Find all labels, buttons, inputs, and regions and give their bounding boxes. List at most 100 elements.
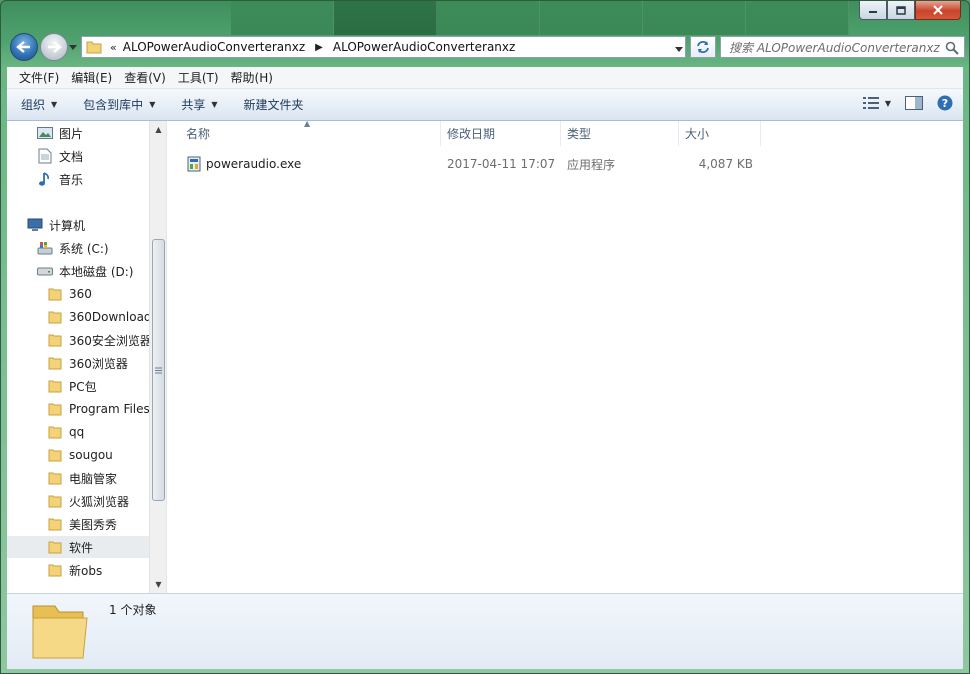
- nav-folder-item[interactable]: 美图秀秀: [7, 513, 149, 535]
- executable-file-icon: [187, 156, 201, 172]
- recent-pages-dropdown[interactable]: [68, 41, 78, 53]
- nav-folder-label: 360Download: [69, 310, 149, 324]
- documents-icon: [37, 148, 53, 164]
- address-bar[interactable]: « ALOPowerAudioConverteranxz ▶ ALOPowerA…: [81, 36, 686, 58]
- nav-folder-item[interactable]: 360: [7, 283, 149, 305]
- breadcrumb-segment[interactable]: ALOPowerAudioConverteranxz: [333, 40, 515, 54]
- nav-folder-item[interactable]: sougou: [7, 444, 149, 466]
- column-header-type[interactable]: 类型: [561, 121, 679, 146]
- menu-edit[interactable]: 编辑(E): [65, 69, 118, 86]
- folder-icon: [47, 286, 63, 302]
- search-icon[interactable]: [945, 41, 959, 55]
- file-row[interactable]: poweraudio.exe 2017-04-11 17:07 应用程序 4,0…: [168, 153, 963, 175]
- nav-folder-item[interactable]: 火狐浏览器: [7, 490, 149, 512]
- chevron-down-icon: ▼: [51, 100, 58, 109]
- folder-icon: [47, 539, 63, 555]
- nav-folder-label: sougou: [69, 448, 113, 462]
- nav-item-label: 图片: [59, 126, 84, 141]
- column-header-modified[interactable]: 修改日期: [441, 121, 561, 146]
- pictures-icon: [37, 125, 53, 141]
- nav-folder-label: 360: [69, 287, 92, 301]
- close-button[interactable]: [915, 1, 961, 20]
- nav-folder-item[interactable]: 电脑管家: [7, 467, 149, 489]
- nav-folder-item[interactable]: 软件: [7, 536, 149, 558]
- nav-folder-item[interactable]: 360浏览器: [7, 352, 149, 374]
- toolbar-right-group: ▼ ?: [862, 95, 953, 111]
- details-view-icon: [862, 97, 879, 109]
- nav-folder-label: 美图秀秀: [69, 517, 118, 532]
- selection-count: 1 个对象: [109, 603, 157, 617]
- column-header-name[interactable]: 名称: [180, 121, 441, 146]
- nav-folder-item[interactable]: 360Download: [7, 306, 149, 328]
- preview-pane-icon[interactable]: [905, 96, 923, 110]
- breadcrumb-separator-icon[interactable]: ▶: [315, 42, 323, 53]
- nav-folder-item[interactable]: 新obs: [7, 559, 149, 581]
- folder-icon: [47, 309, 63, 325]
- decoration-tab: [540, 1, 643, 35]
- search-placeholder: 搜索 ALOPowerAudioConverteranxz: [729, 40, 940, 55]
- drive-icon: [37, 263, 53, 279]
- chevron-down-icon: ▼: [211, 100, 218, 109]
- caption-buttons: [859, 1, 961, 20]
- background-tabs-decoration: [231, 1, 849, 35]
- decoration-tab: [643, 1, 746, 35]
- folder-icon: [47, 332, 63, 348]
- scroll-up-arrow-icon[interactable]: ▲: [150, 121, 167, 138]
- address-history-dropdown[interactable]: [675, 41, 683, 55]
- share-button[interactable]: 共享 ▼: [167, 96, 229, 113]
- new-folder-button[interactable]: 新建文件夹: [230, 96, 316, 113]
- scrollbar-thumb[interactable]: [152, 239, 165, 501]
- menu-help[interactable]: 帮助(H): [225, 69, 279, 86]
- nav-item-label: 音乐: [59, 172, 84, 187]
- include-in-library-label: 包含到库中: [83, 98, 144, 112]
- menu-view[interactable]: 查看(V): [118, 69, 172, 86]
- nav-folder-label: PC包: [69, 379, 97, 394]
- content-panes: 图片 文档 音乐 计算机 系统 (C:) 本地磁盘 (D:) 360 360Do…: [7, 119, 963, 593]
- menu-file[interactable]: 文件(F): [13, 69, 65, 86]
- svg-text:?: ?: [942, 97, 948, 110]
- folder-icon: [47, 470, 63, 486]
- folder-icon: [47, 447, 63, 463]
- forward-button[interactable]: [40, 33, 68, 61]
- details-pane: 1 个对象: [7, 593, 963, 669]
- column-header-size[interactable]: 大小: [679, 121, 761, 146]
- folder-icon: [47, 562, 63, 578]
- navigation-pane: 图片 文档 音乐 计算机 系统 (C:) 本地磁盘 (D:) 360 360Do…: [7, 121, 167, 593]
- organize-button[interactable]: 组织 ▼: [7, 96, 69, 113]
- search-input[interactable]: 搜索 ALOPowerAudioConverteranxz: [720, 36, 965, 58]
- grip-icon: [155, 367, 162, 373]
- scroll-down-arrow-icon[interactable]: ▼: [150, 576, 167, 593]
- nav-pane-scrollbar[interactable]: ▲ ▼: [149, 121, 166, 593]
- minimize-button[interactable]: [859, 1, 887, 20]
- nav-folder-item[interactable]: Program Files: [7, 398, 149, 420]
- nav-item-computer[interactable]: 计算机: [27, 214, 169, 236]
- breadcrumb-segment[interactable]: ALOPowerAudioConverteranxz: [123, 40, 305, 54]
- folder-icon: [47, 401, 63, 417]
- file-size-cell: 4,087 KB: [698, 157, 753, 171]
- maximize-button[interactable]: [887, 1, 915, 20]
- help-icon[interactable]: ?: [937, 95, 953, 111]
- file-type-cell: 应用程序: [567, 157, 616, 172]
- chevron-down-icon: [69, 44, 77, 50]
- file-name-cell[interactable]: poweraudio.exe: [186, 153, 301, 175]
- chevron-down-icon: [675, 47, 683, 52]
- view-options-button[interactable]: ▼: [862, 97, 891, 109]
- chevron-down-icon: ▼: [884, 98, 891, 108]
- refresh-button[interactable]: [690, 36, 716, 58]
- folder-icon: [47, 493, 63, 509]
- menu-tools[interactable]: 工具(T): [172, 69, 225, 86]
- nav-folder-label: 360浏览器: [69, 356, 128, 371]
- nav-folder-label: 新obs: [69, 563, 103, 578]
- nav-folder-item[interactable]: 360安全浏览器: [7, 329, 149, 351]
- music-icon: [37, 171, 53, 187]
- back-button[interactable]: [10, 33, 38, 61]
- decoration-tab: [437, 1, 540, 35]
- folder-icon: [47, 378, 63, 394]
- nav-item-label: 计算机: [49, 218, 86, 233]
- folder-icon: [47, 516, 63, 532]
- include-in-library-button[interactable]: 包含到库中 ▼: [69, 96, 167, 113]
- nav-folder-item[interactable]: qq: [7, 421, 149, 443]
- address-overflow-chevron[interactable]: «: [110, 41, 117, 54]
- nav-folder-item[interactable]: PC包: [7, 375, 149, 397]
- folder-icon: [86, 41, 102, 54]
